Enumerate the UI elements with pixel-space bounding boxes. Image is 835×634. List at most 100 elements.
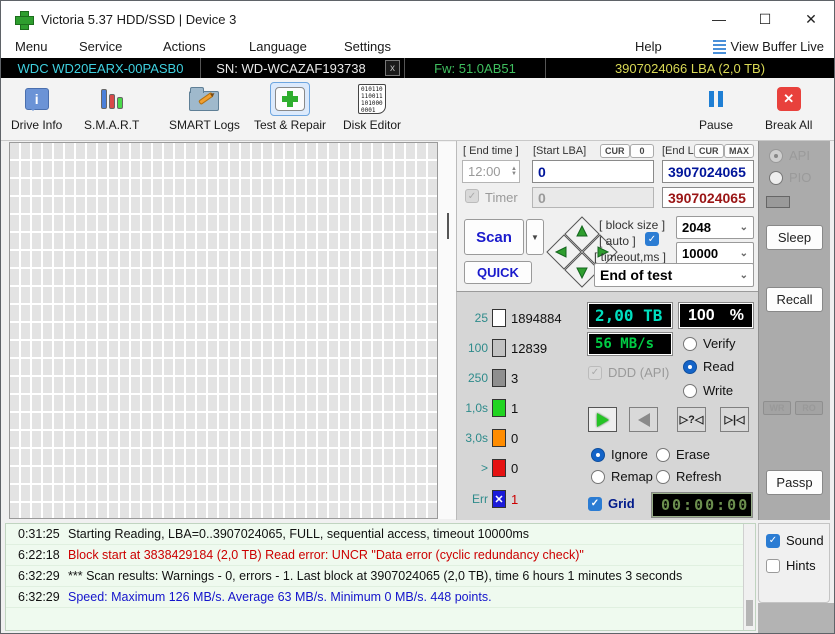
- grid-checkbox[interactable]: ✓ Grid: [588, 496, 635, 511]
- verify-radio[interactable]: Verify: [683, 336, 736, 351]
- block-color-swatch: [492, 339, 506, 357]
- seek-error-button[interactable]: ▷?◁: [677, 407, 706, 432]
- close-button[interactable]: ✕: [788, 1, 834, 37]
- start-lba-label: [Start LBA]: [533, 145, 587, 157]
- start-lba-zero-button[interactable]: 0: [630, 144, 654, 158]
- start-lba-cur-button[interactable]: CUR: [600, 144, 630, 158]
- radio-icon: [769, 170, 783, 185]
- menu-item-actions[interactable]: Actions: [163, 39, 206, 54]
- end-time-label: [ End time ]: [463, 145, 519, 157]
- erase-radio[interactable]: Erase: [656, 447, 710, 462]
- play-icon: [596, 412, 609, 427]
- side-strip: API PIO Sleep Recall WR RO Passp: [758, 141, 830, 520]
- play-forward-button[interactable]: [588, 407, 617, 432]
- sound-checkbox[interactable]: ✓ Sound: [766, 533, 824, 548]
- capacity-lcd: 2,00 TB: [587, 302, 673, 329]
- stat-row-25: 25 1894884: [474, 309, 562, 327]
- log-panel: 0:31:25 Starting Reading, LBA=0..3907024…: [5, 523, 756, 631]
- scan-block-grid[interactable]: [9, 142, 438, 519]
- api-radio[interactable]: API: [769, 148, 810, 163]
- grid-scrollbar[interactable]: [438, 142, 456, 519]
- test-repair-button[interactable]: Test & Repair: [254, 82, 326, 132]
- read-radio[interactable]: Read: [683, 359, 734, 374]
- radio-icon: [683, 336, 697, 351]
- block-color-swatch: [492, 429, 506, 447]
- buffer-lines-icon: [712, 39, 726, 54]
- minimize-button[interactable]: —: [696, 1, 742, 37]
- smart-button[interactable]: S.M.A.R.T: [84, 82, 139, 132]
- chevron-down-icon: ⌄: [739, 248, 748, 259]
- ignore-radio[interactable]: Ignore: [591, 447, 648, 462]
- end-time-spinner[interactable]: 12:00 ▲ ▼: [462, 160, 520, 183]
- folder-pencil-icon: [189, 87, 220, 111]
- refresh-radio[interactable]: Refresh: [656, 469, 722, 484]
- play-backward-button[interactable]: [629, 407, 658, 432]
- pio-radio[interactable]: PIO: [769, 170, 811, 185]
- log-text: Starting Reading, LBA=0..3907024065, FUL…: [68, 527, 530, 541]
- ro-button[interactable]: RO: [795, 401, 823, 415]
- progress-value: 100: [688, 306, 715, 324]
- app-logo-icon: [15, 10, 34, 30]
- auto-checkbox[interactable]: ✓: [645, 232, 659, 246]
- device-lba: 3907024066 LBA (2,0 TB): [614, 60, 766, 76]
- sleep-button[interactable]: Sleep: [766, 225, 823, 250]
- menu-item-menu[interactable]: Menu: [15, 39, 48, 54]
- menu-item-service[interactable]: Service: [79, 39, 122, 54]
- block-color-swatch: [492, 399, 506, 417]
- grid-scrollbar-thumb[interactable]: [447, 213, 449, 239]
- block-stats-panel: 25 1894884 100 12839 250 3 1,0s 1 3,0s 0…: [456, 291, 758, 520]
- drive-info-button[interactable]: i Drive Info: [11, 82, 62, 132]
- info-bubble-icon: i: [24, 88, 49, 111]
- recall-button[interactable]: Recall: [766, 287, 823, 312]
- ddd-api-checkbox[interactable]: ✓ DDD (API): [588, 365, 669, 380]
- maximize-button[interactable]: ☐: [742, 1, 788, 37]
- serial-close-button[interactable]: x: [385, 60, 400, 76]
- radio-selected-icon: [683, 359, 697, 374]
- stat-row-over: > 0: [480, 459, 519, 477]
- view-buffer-live-label: View Buffer Live: [730, 39, 824, 54]
- log-time: 6:32:29: [18, 569, 60, 583]
- end-lba-confirm-input[interactable]: 3907024065: [662, 187, 754, 208]
- end-lba-cur-button[interactable]: CUR: [694, 144, 724, 158]
- disk-editor-button[interactable]: 010110 110011 101000 0001 Disk Editor: [343, 82, 401, 132]
- log-time: 6:32:29: [18, 590, 60, 604]
- hints-checkbox[interactable]: Hints: [766, 558, 816, 573]
- block-size-select[interactable]: 2048 ⌄: [676, 216, 754, 239]
- wr-button[interactable]: WR: [763, 401, 791, 415]
- block-color-swatch: [492, 309, 506, 327]
- end-lba-input[interactable]: 3907024065: [662, 160, 754, 183]
- log-scrollbar[interactable]: [743, 524, 755, 630]
- end-of-test-select[interactable]: End of test ⌄: [594, 263, 754, 287]
- smart-logs-button[interactable]: SMART Logs: [169, 82, 240, 132]
- scan-button[interactable]: Scan: [464, 219, 524, 255]
- break-all-button[interactable]: ✕ Break All: [765, 82, 812, 132]
- menu-item-language[interactable]: Language: [249, 39, 307, 54]
- start-lba-input[interactable]: 0: [532, 160, 654, 183]
- stop-x-icon: ✕: [776, 87, 801, 111]
- radio-icon: [769, 148, 783, 163]
- passp-button[interactable]: Passp: [766, 470, 823, 495]
- quick-button[interactable]: QUICK: [464, 261, 532, 284]
- log-scrollbar-thumb[interactable]: [746, 600, 753, 626]
- window-title: Victoria 5.37 HDD/SSD | Device 3: [41, 11, 237, 27]
- write-radio[interactable]: Write: [683, 383, 733, 398]
- menu-item-settings[interactable]: Settings: [344, 39, 391, 54]
- timeout-select[interactable]: 10000 ⌄: [676, 242, 754, 265]
- menu-item-help[interactable]: Help: [635, 39, 662, 54]
- end-lba-max-button[interactable]: MAX: [724, 144, 754, 158]
- timer-input[interactable]: 0: [532, 187, 654, 208]
- seek-end-button[interactable]: ▷|◁: [720, 407, 749, 432]
- log-text: Speed: Maximum 126 MB/s. Average 63 MB/s…: [68, 590, 492, 604]
- block-size-label: [ block size ]: [599, 218, 666, 232]
- timer-checkbox[interactable]: ✓: [465, 189, 479, 203]
- scan-dropdown-button[interactable]: ▼: [526, 219, 544, 255]
- stat-row-err: Err ✕ 1: [472, 490, 519, 508]
- footer-options-panel: ✓ Sound Hints: [758, 523, 830, 603]
- view-buffer-live[interactable]: View Buffer Live: [712, 39, 824, 54]
- radio-selected-icon: [591, 447, 605, 462]
- log-entry: 0:31:25 Starting Reading, LBA=0..3907024…: [6, 524, 755, 545]
- remap-radio[interactable]: Remap: [591, 469, 653, 484]
- spinner-arrows-icon[interactable]: ▲ ▼: [511, 166, 519, 177]
- pause-button[interactable]: Pause: [696, 82, 736, 132]
- binary-document-icon: 010110 110011 101000 0001: [358, 84, 386, 114]
